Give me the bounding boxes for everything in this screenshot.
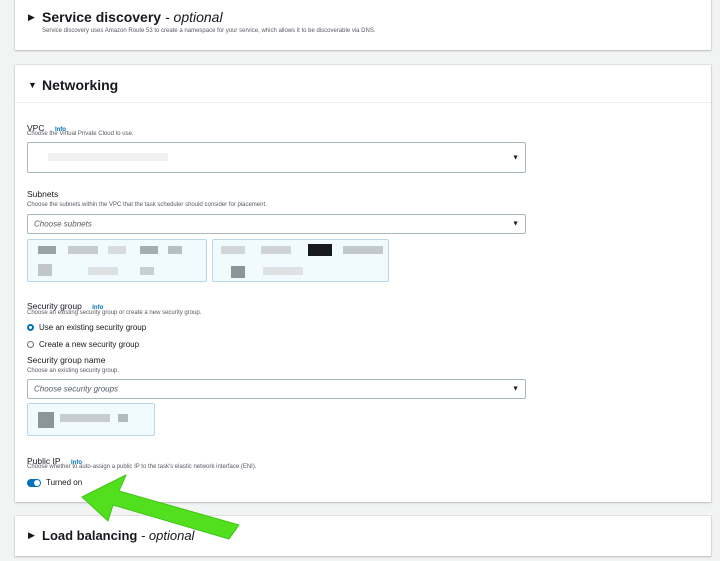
security-group-token[interactable] <box>27 403 155 436</box>
security-group-description: Choose an existing security group or cre… <box>27 310 202 316</box>
service-discovery-title: Service discovery - optional <box>42 9 223 25</box>
radio-selected-icon[interactable] <box>27 324 34 331</box>
security-group-name-description: Choose an existing security group. <box>27 368 120 374</box>
networking-divider <box>15 102 711 103</box>
redacted-block <box>88 267 118 275</box>
redacted-block <box>38 246 56 254</box>
subnets-select[interactable]: Choose subnets ▼ <box>27 214 526 234</box>
caret-right-icon: ▶ <box>28 530 35 540</box>
vpc-select[interactable]: ▼ <box>27 142 526 173</box>
vpc-description: Choose the Virtual Private Cloud to use. <box>27 131 134 137</box>
redacted-block <box>38 412 54 428</box>
vpc-value-redacted <box>48 153 168 161</box>
redacted-block <box>108 246 126 254</box>
redacted-block <box>140 267 154 275</box>
redacted-block <box>261 246 291 254</box>
security-groups-placeholder: Choose security groups <box>34 384 119 394</box>
redacted-block <box>60 414 110 422</box>
public-ip-toggle-label: Turned on <box>46 478 83 487</box>
networking-title: Networking <box>42 77 119 93</box>
public-ip-toggle[interactable] <box>27 478 41 487</box>
subnet-token[interactable] <box>27 239 207 282</box>
radio-new-label: Create a new security group <box>39 340 140 349</box>
public-ip-description: Choose whether to auto-assign a public I… <box>27 464 257 470</box>
public-ip-toggle-row[interactable]: Turned on <box>27 478 82 487</box>
service-discovery-description: Service discovery uses Amazon Route 53 t… <box>42 28 376 34</box>
radio-unselected-icon[interactable] <box>27 341 34 348</box>
security-group-name-label: Security group name <box>27 355 106 365</box>
redacted-block <box>343 246 383 254</box>
caret-down-icon: ▼ <box>512 385 519 393</box>
service-discovery-panel: ▶ Service discovery - optional Service d… <box>15 0 711 50</box>
caret-down-icon: ▼ <box>512 220 519 228</box>
caret-right-icon: ▶ <box>28 11 35 22</box>
redacted-block <box>168 246 182 254</box>
subnets-description: Choose the subnets within the VPC that t… <box>27 202 267 208</box>
caret-down-icon: ▼ <box>28 80 37 90</box>
service-discovery-header[interactable]: ▶ Service discovery - optional <box>28 9 223 25</box>
subnet-token[interactable] <box>212 239 389 282</box>
radio-existing-label: Use an existing security group <box>39 323 147 332</box>
load-balancing-header[interactable]: ▶ Load balancing - optional <box>28 528 194 543</box>
load-balancing-title: Load balancing - optional <box>42 528 195 543</box>
redacted-block <box>221 246 245 254</box>
redacted-block <box>308 244 332 256</box>
redacted-block <box>38 264 52 276</box>
redacted-block <box>68 246 98 254</box>
redacted-block <box>231 266 245 278</box>
redacted-block <box>140 246 158 254</box>
caret-down-icon: ▼ <box>512 154 519 161</box>
radio-existing-security-group[interactable]: Use an existing security group <box>27 323 146 332</box>
subnets-label: Subnets <box>27 189 59 199</box>
redacted-block <box>118 414 128 422</box>
radio-new-security-group[interactable]: Create a new security group <box>27 340 139 349</box>
security-groups-select[interactable]: Choose security groups ▼ <box>27 379 526 399</box>
redacted-block <box>263 267 303 275</box>
load-balancing-panel: ▶ Load balancing - optional <box>15 516 711 556</box>
subnets-placeholder: Choose subnets <box>34 219 92 229</box>
networking-header[interactable]: ▼ Networking <box>28 77 118 93</box>
